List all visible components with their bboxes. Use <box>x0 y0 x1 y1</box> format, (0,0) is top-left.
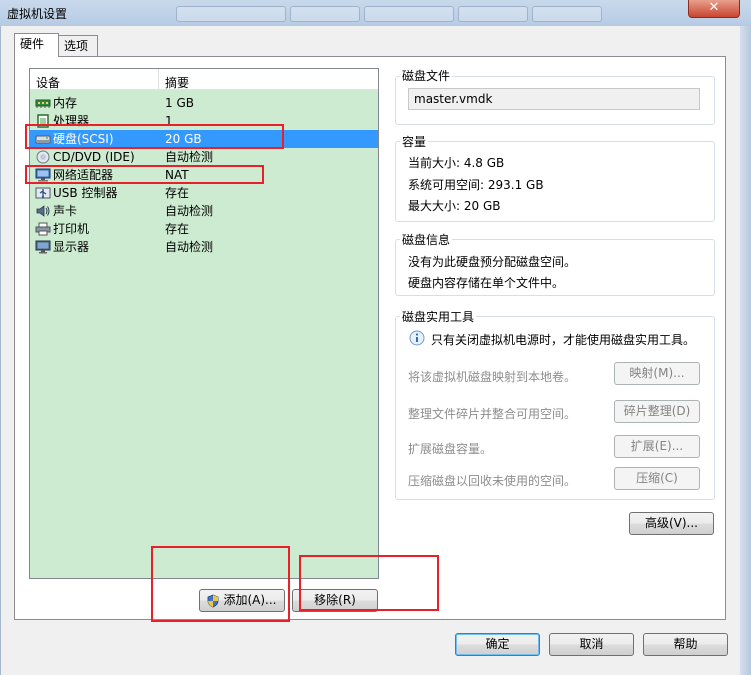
device-name: 打印机 <box>53 222 90 236</box>
current-size-text: 当前大小: 4.8 GB <box>408 156 505 170</box>
tab-options[interactable]: 选项 <box>58 35 98 56</box>
device-row-network-adapter[interactable]: 网络适配器 NAT <box>30 166 378 184</box>
device-row-memory[interactable]: 内存 1 GB <box>30 94 378 112</box>
sound-card-icon <box>36 205 50 217</box>
compact-button[interactable]: 压缩(C) <box>614 467 700 490</box>
disk-file-label: 磁盘文件 <box>400 67 453 84</box>
hard-disk-icon <box>35 135 51 144</box>
uac-shield-icon <box>207 594 219 608</box>
cancel-button[interactable]: 取消 <box>549 633 634 656</box>
device-summary: 1 GB <box>165 96 194 110</box>
expand-description: 扩展磁盘容量。 <box>408 442 493 456</box>
device-summary: 自动检测 <box>165 150 214 164</box>
column-header-device[interactable]: 设备 <box>36 74 60 91</box>
ok-button-label: 确定 <box>485 637 510 651</box>
info-icon <box>409 330 425 346</box>
advanced-button-label: 高级(V)... <box>644 516 699 530</box>
compact-button-label: 压缩(C) <box>636 471 678 485</box>
device-row-display[interactable]: 显示器 自动检测 <box>30 238 378 256</box>
printer-icon <box>35 222 51 236</box>
map-button[interactable]: 映射(M)... <box>614 362 700 385</box>
device-summary: 20 GB <box>165 132 202 146</box>
usb-icon <box>35 187 51 199</box>
column-separator <box>158 69 159 90</box>
disk-utilities-note: 只有关闭虚拟机电源时，才能使用磁盘实用工具。 <box>431 333 696 347</box>
device-summary: 存在 <box>165 222 190 236</box>
processor-icon <box>37 114 49 128</box>
tab-hardware-label: 硬件 <box>20 37 45 51</box>
close-icon: ✕ <box>708 0 720 15</box>
device-row-usb-controller[interactable]: USB 控制器 存在 <box>30 184 378 202</box>
column-header-summary[interactable]: 摘要 <box>165 74 189 91</box>
device-summary: NAT <box>165 168 189 182</box>
advanced-button[interactable]: 高级(V)... <box>629 512 714 535</box>
map-button-label: 映射(M)... <box>629 366 685 380</box>
memory-icon <box>35 99 51 108</box>
device-name: 硬盘(SCSI) <box>53 132 114 146</box>
max-size-text: 最大大小: 20 GB <box>408 199 501 213</box>
display-icon <box>35 240 51 254</box>
disk-info-line-single-file: 硬盘内容存储在单个文件中。 <box>408 276 565 290</box>
help-button[interactable]: 帮助 <box>643 633 728 656</box>
disk-utilities-label: 磁盘实用工具 <box>400 308 477 325</box>
add-device-button[interactable]: 添加(A)... <box>199 589 285 612</box>
network-adapter-icon <box>35 168 51 182</box>
device-name: 声卡 <box>53 204 78 218</box>
device-row-printer[interactable]: 打印机 存在 <box>30 220 378 238</box>
compact-description: 压缩磁盘以回收未使用的空间。 <box>408 474 577 488</box>
background-tab-ghost <box>176 6 286 22</box>
disk-file-field: master.vmdk <box>408 88 700 110</box>
device-name: 内存 <box>53 96 78 110</box>
device-row-processor[interactable]: 处理器 1 <box>30 112 378 130</box>
device-name: 网络适配器 <box>53 168 114 182</box>
cd-dvd-icon <box>36 150 50 164</box>
remove-device-label: 移除(R) <box>314 593 356 607</box>
defragment-button[interactable]: 碎片整理(D) <box>614 400 700 423</box>
disk-info-line-preallocation: 没有为此硬盘预分配磁盘空间。 <box>408 255 577 269</box>
window-frame-edge <box>740 26 751 675</box>
background-tab-ghost <box>458 6 528 22</box>
tab-options-label: 选项 <box>64 39 89 53</box>
system-free-space-text: 系统可用空间: 293.1 GB <box>408 178 544 192</box>
device-list[interactable]: 设备 摘要 内存 1 GB 处理器 1 硬盘(SCSI) 20 GB CD/DV… <box>29 68 379 579</box>
defragment-description: 整理文件碎片并整合可用空间。 <box>408 407 577 421</box>
device-row-sound-card[interactable]: 声卡 自动检测 <box>30 202 378 220</box>
ok-button[interactable]: 确定 <box>455 633 540 656</box>
defragment-button-label: 碎片整理(D) <box>623 404 691 418</box>
title-bar: 虚拟机设置 ✕ <box>0 0 751 26</box>
window-title: 虚拟机设置 <box>7 7 68 21</box>
disk-info-label: 磁盘信息 <box>400 231 453 248</box>
device-summary: 自动检测 <box>165 204 214 218</box>
help-button-label: 帮助 <box>673 637 698 651</box>
device-name: USB 控制器 <box>53 186 118 200</box>
background-tab-ghost <box>532 6 602 22</box>
remove-device-button[interactable]: 移除(R) <box>292 589 378 612</box>
device-row-hard-disk[interactable]: 硬盘(SCSI) 20 GB <box>30 130 378 148</box>
device-name: 显示器 <box>53 240 90 254</box>
expand-button-label: 扩展(E)... <box>630 439 684 453</box>
device-summary: 1 <box>165 114 173 128</box>
background-tab-ghost <box>290 6 360 22</box>
device-name: 处理器 <box>53 114 90 128</box>
device-list-header: 设备 摘要 <box>30 69 378 90</box>
capacity-label: 容量 <box>400 133 429 150</box>
device-summary: 自动检测 <box>165 240 214 254</box>
device-name: CD/DVD (IDE) <box>53 150 135 164</box>
device-row-cd-dvd[interactable]: CD/DVD (IDE) 自动检测 <box>30 148 378 166</box>
map-description: 将该虚拟机磁盘映射到本地卷。 <box>408 370 577 384</box>
background-tab-ghost <box>364 6 454 22</box>
cancel-button-label: 取消 <box>579 637 604 651</box>
expand-button[interactable]: 扩展(E)... <box>614 435 700 458</box>
tab-hardware[interactable]: 硬件 <box>14 33 59 57</box>
device-summary: 存在 <box>165 186 190 200</box>
close-button[interactable]: ✕ <box>688 0 740 18</box>
